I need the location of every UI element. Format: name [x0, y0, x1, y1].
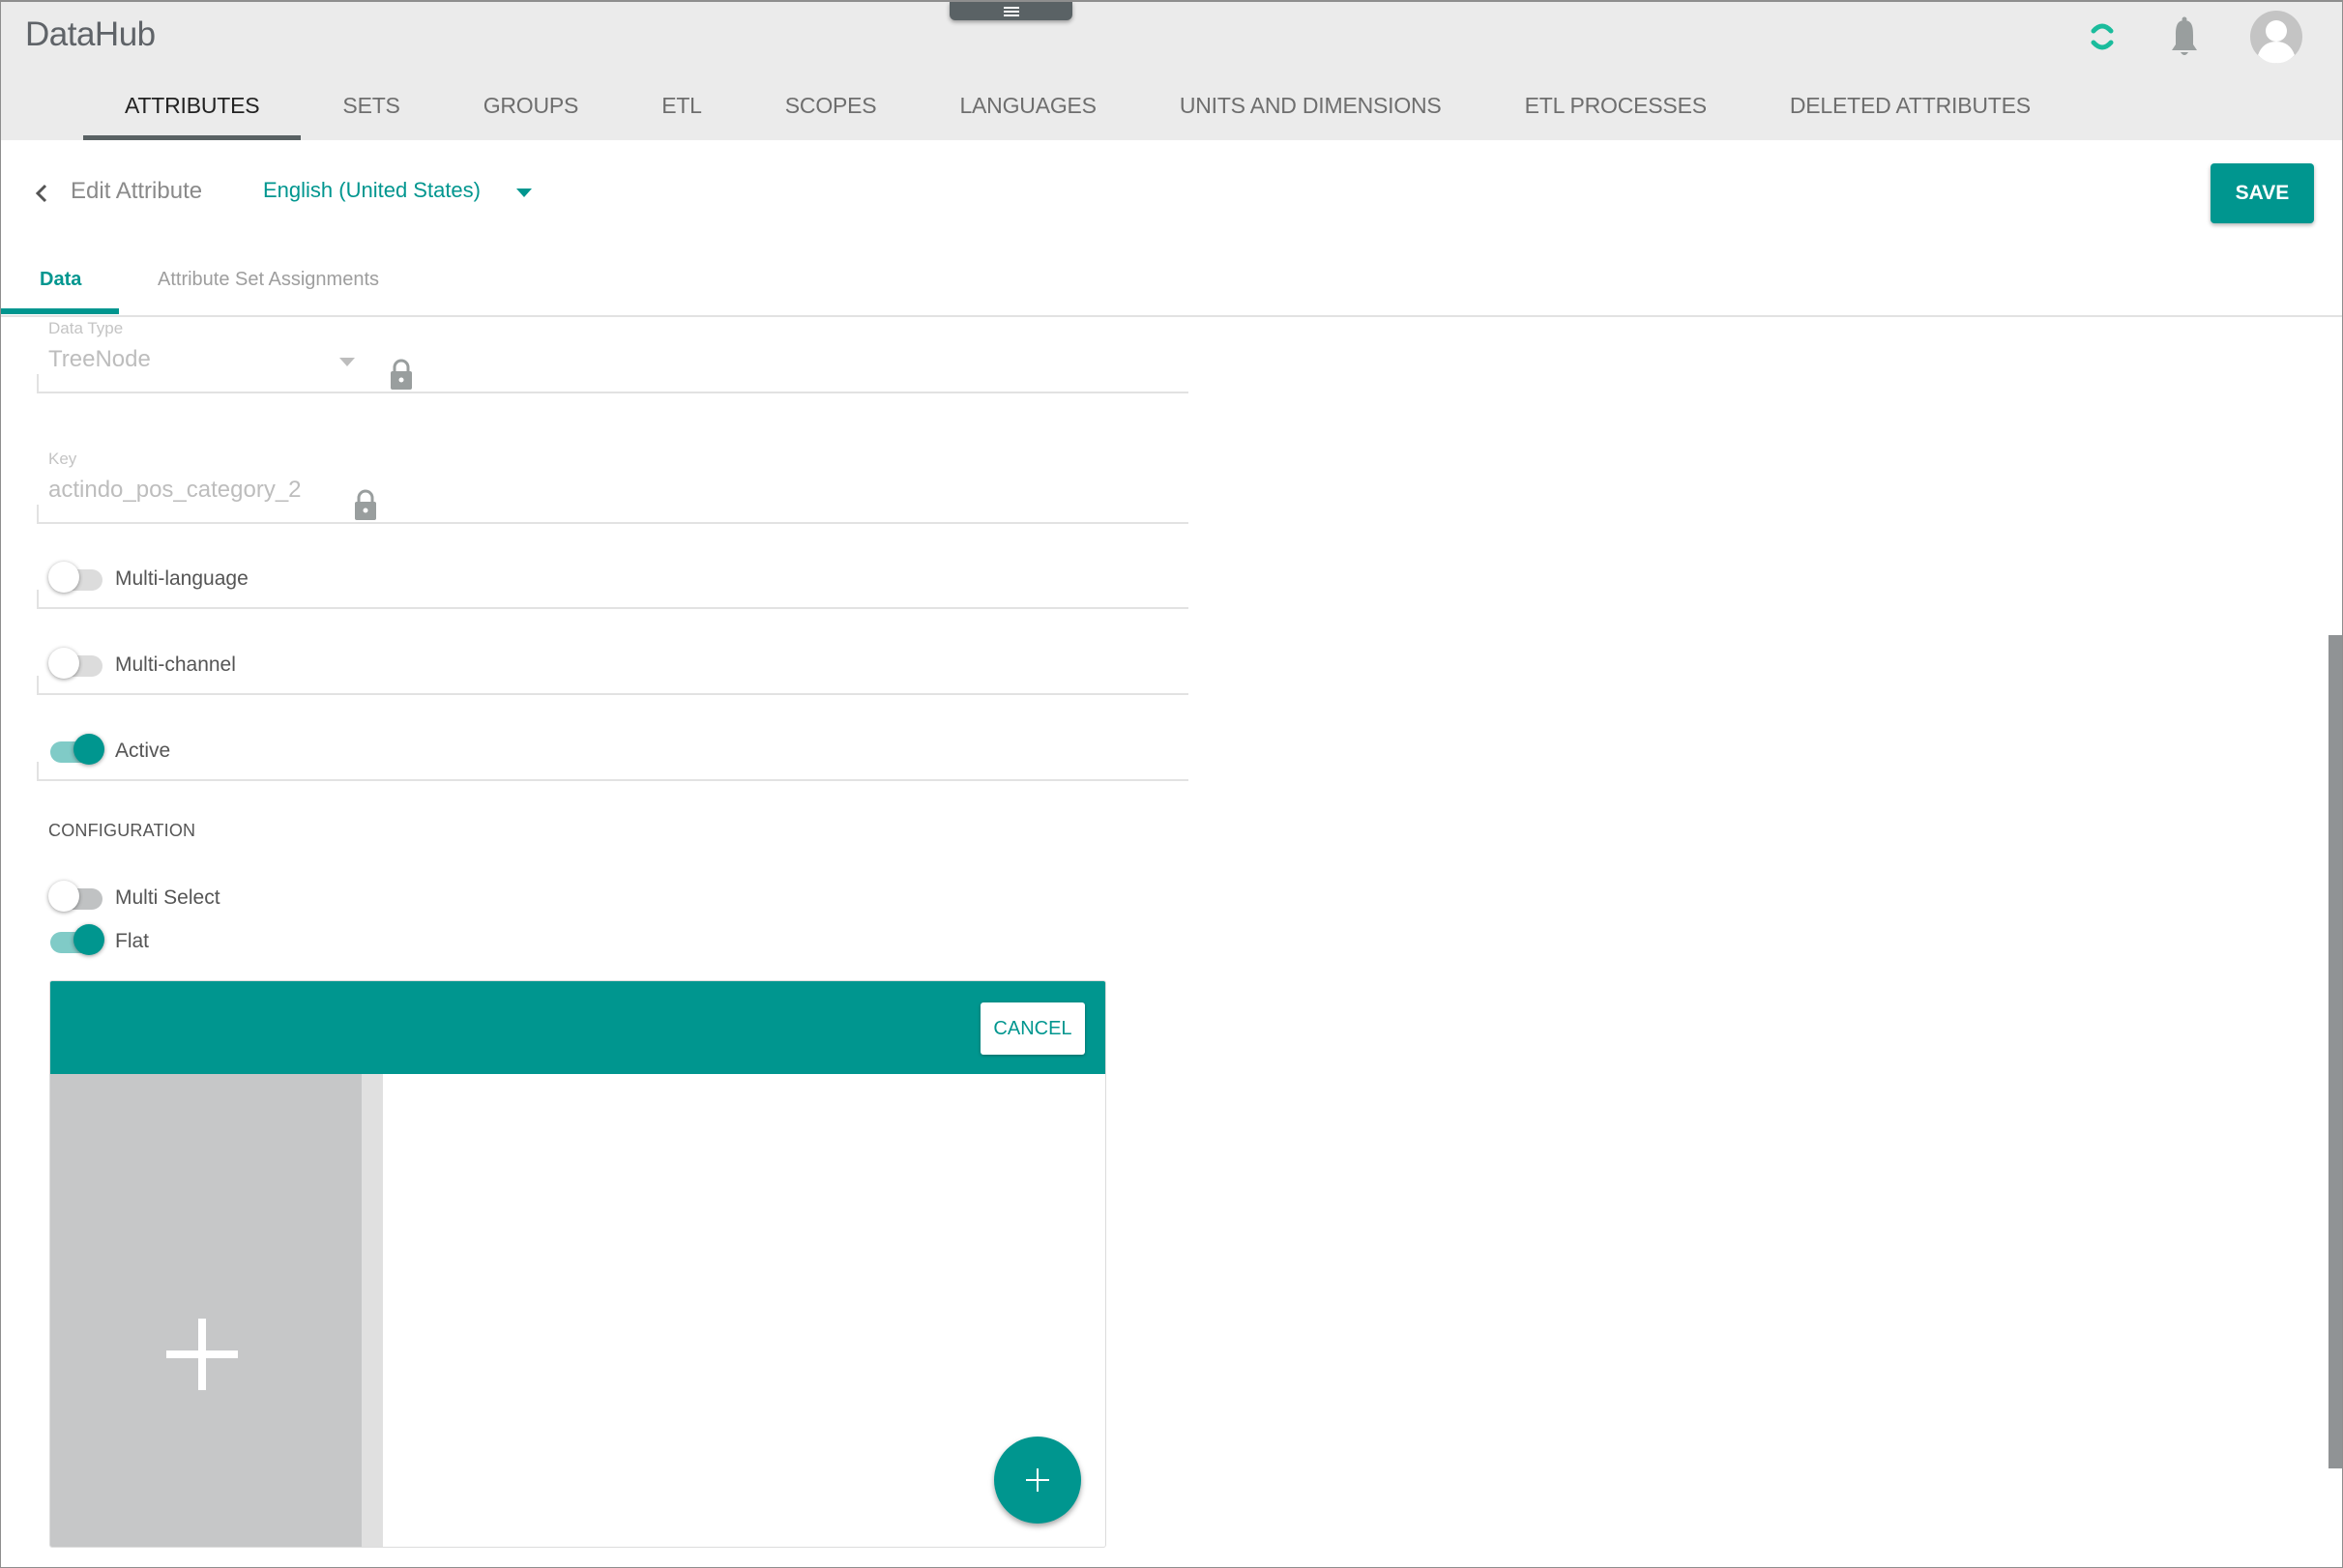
- tab-data[interactable]: Data: [40, 269, 81, 291]
- chevron-down-icon: [516, 189, 532, 197]
- avatar-icon[interactable]: [2249, 10, 2303, 64]
- nav-tab-scopes[interactable]: SCOPES: [744, 85, 919, 140]
- menu-handle[interactable]: [950, 2, 1072, 20]
- data-type-field: Data Type TreeNode: [37, 319, 1188, 393]
- flat-label: Flat: [115, 930, 150, 952]
- nav-tab-etl-processes[interactable]: ETL PROCESSES: [1483, 85, 1748, 140]
- nav-tab-groups[interactable]: GROUPS: [442, 85, 620, 140]
- tab-indicator: [1, 308, 119, 314]
- nav-tab-attributes[interactable]: ATTRIBUTES: [83, 85, 302, 140]
- app-bar: DataHub ATTRIBUTES SETS GROUPS ETL SCOPE…: [1, 2, 2342, 140]
- nav-tab-etl[interactable]: ETL: [620, 85, 744, 140]
- flat-row: Flat: [37, 924, 1188, 957]
- key-field: Key actindo_pos_category_2: [37, 450, 1188, 524]
- page-title: Edit Attribute: [71, 178, 203, 204]
- content-tabs: Data Attribute Set Assignments: [1, 261, 2342, 317]
- active-toggle[interactable]: [50, 734, 104, 765]
- panel-divider[interactable]: [362, 1074, 383, 1547]
- multi-select-toggle[interactable]: [48, 881, 104, 912]
- save-button[interactable]: SAVE: [2211, 163, 2314, 223]
- app-title: DataHub: [25, 15, 156, 53]
- nav-tab-languages[interactable]: LANGUAGES: [918, 85, 1137, 140]
- multi-channel-row: Multi-channel: [37, 639, 1188, 695]
- active-label: Active: [115, 740, 171, 762]
- multi-channel-label: Multi-channel: [115, 653, 236, 676]
- lock-icon: [391, 359, 412, 390]
- multi-language-label: Multi-language: [115, 567, 249, 590]
- main-nav: ATTRIBUTES SETS GROUPS ETL SCOPES LANGUA…: [83, 85, 2072, 140]
- flat-toggle[interactable]: [50, 924, 104, 955]
- plus-icon: [1026, 1468, 1049, 1492]
- key-label: Key: [48, 450, 77, 468]
- tree-editor-toolbar: CANCEL: [50, 981, 1105, 1074]
- scrollbar-thumb[interactable]: [2328, 635, 2342, 1468]
- nav-tab-units-and-dimensions[interactable]: UNITS AND DIMENSIONS: [1138, 85, 1483, 140]
- chevron-down-icon: [339, 358, 355, 366]
- data-type-select: TreeNode: [48, 346, 151, 372]
- app-window: DataHub ATTRIBUTES SETS GROUPS ETL SCOPE…: [0, 0, 2343, 1568]
- bell-icon[interactable]: [2167, 15, 2202, 58]
- nav-tab-deleted-attributes[interactable]: DELETED ATTRIBUTES: [1748, 85, 2072, 140]
- key-input: actindo_pos_category_2: [48, 477, 302, 503]
- back-chevron-icon[interactable]: [32, 180, 51, 207]
- nav-tab-sets[interactable]: SETS: [301, 85, 441, 140]
- add-fab-button[interactable]: [994, 1437, 1081, 1524]
- lock-icon: [355, 489, 376, 520]
- multi-language-toggle[interactable]: [48, 562, 104, 593]
- cancel-button[interactable]: CANCEL: [981, 1002, 1085, 1055]
- plus-icon: [166, 1319, 238, 1390]
- multi-select-label: Multi Select: [115, 886, 220, 909]
- active-row: Active: [37, 725, 1188, 781]
- tree-editor-panel: CANCEL: [49, 980, 1106, 1548]
- language-select[interactable]: English (United States): [263, 178, 543, 209]
- language-select-value: English (United States): [263, 178, 481, 202]
- sync-icon[interactable]: [2088, 17, 2117, 56]
- tab-attribute-set-assignments[interactable]: Attribute Set Assignments: [158, 269, 379, 291]
- multi-channel-toggle[interactable]: [48, 648, 104, 679]
- multi-select-row: Multi Select: [37, 881, 1188, 914]
- configuration-heading: CONFIGURATION: [48, 821, 196, 840]
- add-node-area[interactable]: [50, 1074, 362, 1547]
- data-type-label: Data Type: [48, 319, 124, 337]
- menu-handle-icon: [1003, 6, 1019, 16]
- multi-language-row: Multi-language: [37, 553, 1188, 609]
